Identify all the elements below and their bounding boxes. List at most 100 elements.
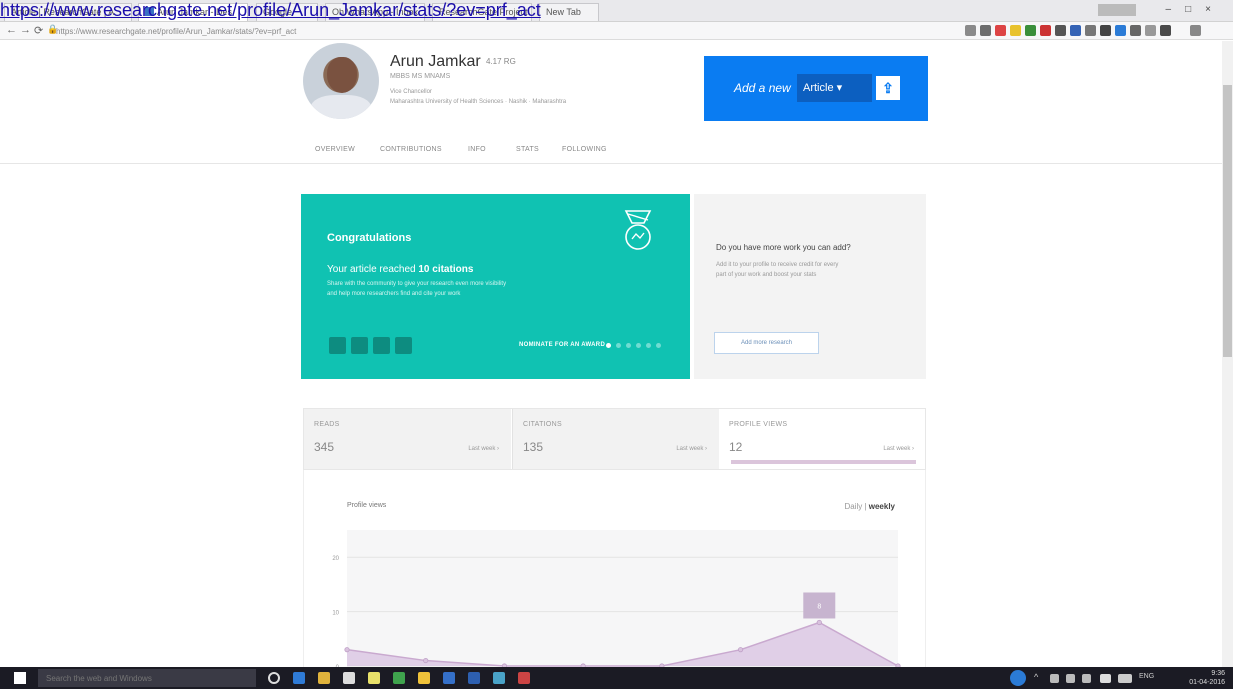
profile-views-chart: 20100Week ending Feb 11Week ending Feb 1… [332,530,901,667]
selected-stat-indicator [731,460,916,464]
message-text: Your article reached [327,264,416,275]
app-icon[interactable] [368,672,380,684]
carousel-dot[interactable] [616,343,621,348]
back-icon[interactable]: ← [6,24,17,36]
extension-icon[interactable] [1160,25,1171,36]
add-new-label: Add a new [734,81,791,95]
select-value: Article [803,82,834,94]
profile-views-chart-card: Profile views Daily | weekly 20100Week e… [303,470,926,667]
stat-reads[interactable]: READS 345 Last week › [304,409,511,469]
stat-profile-views[interactable]: PROFILE VIEWS 12 Last week › [719,409,926,469]
clock-time: 9:36 [1211,670,1225,677]
tab-following[interactable]: FOLLOWING [562,146,607,153]
keyboard-icon[interactable] [1118,674,1132,683]
carousel-dot[interactable] [656,343,661,348]
stat-period-link[interactable]: Last week › [883,446,914,452]
extension-icon[interactable] [1070,25,1081,36]
congratulations-card: Congratulations Your article reached 10 … [301,194,690,379]
file-explorer-icon[interactable] [318,672,330,684]
profile-name[interactable]: Arun Jamkar [390,53,481,71]
medal-icon [624,210,652,250]
reload-icon[interactable]: ⟳ [34,24,43,37]
tray-app-icon[interactable] [1010,670,1026,686]
carousel-dot[interactable] [606,343,611,348]
network-icon[interactable] [1050,674,1059,683]
window-thumbnail [1098,4,1136,16]
carousel-dot[interactable] [646,343,651,348]
stat-label: READS [314,421,340,428]
stats-summary: READS 345 Last week › CITATIONS 135 Last… [303,408,926,470]
upload-icon: ⇪ [882,80,894,96]
menu-icon[interactable] [1190,25,1201,36]
tray-chevron-icon[interactable]: ^ [1034,672,1038,682]
stat-period-link[interactable]: Last week › [468,446,499,452]
chevron-down-icon: ▾ [836,82,843,94]
profile-institution[interactable]: Maharashtra University of Health Science… [390,99,566,105]
taskbar-search-input[interactable] [38,669,256,687]
battery-icon[interactable] [1082,674,1091,683]
stat-citations[interactable]: CITATIONS 135 Last week › [512,409,719,469]
app-icon[interactable] [518,672,530,684]
tab-overview[interactable]: OVERVIEW [315,146,355,153]
stat-label: PROFILE VIEWS [729,421,788,428]
extension-icon[interactable] [1055,25,1066,36]
extension-icon[interactable] [1085,25,1096,36]
congrats-message: Your article reached 10 citations [327,264,473,275]
congrats-subtext: Share with the community to give your re… [327,281,507,287]
extension-icon[interactable] [1115,25,1126,36]
carousel-dot[interactable] [636,343,641,348]
stat-period-link[interactable]: Last week › [676,446,707,452]
extension-icon[interactable] [995,25,1006,36]
forward-icon[interactable]: → [20,24,31,36]
extension-icon[interactable] [1040,25,1051,36]
volume-icon[interactable] [1066,674,1075,683]
data-point [344,647,350,653]
word-icon[interactable] [468,672,480,684]
carousel-dot[interactable] [626,343,631,348]
profile-header: Arun Jamkar 4.17 RG MBBS MS MNAMS Vice C… [0,41,1222,164]
extension-icon[interactable] [980,25,991,36]
extension-icon[interactable] [1100,25,1111,36]
url-link[interactable]: https://www.researchgate.net/profile/Aru… [0,0,541,20]
nominate-award-link[interactable]: NOMINATE FOR AN AWARD [519,342,605,348]
app-icon[interactable] [393,672,405,684]
page-scrollbar[interactable] [1222,41,1233,667]
facebook-share-icon[interactable] [329,337,346,354]
cortana-icon[interactable] [268,672,280,684]
tab-info[interactable]: INFO [468,146,486,153]
twitter-share-icon[interactable] [351,337,368,354]
address-bar: ← → ⟳ 🔒 [0,22,1233,40]
notification-icon[interactable] [1100,674,1111,683]
bookmark-icon[interactable] [965,25,976,36]
app-icon[interactable] [493,672,505,684]
upload-button[interactable]: ⇪ [876,76,900,100]
browser-tab-6[interactable]: New Tab [539,3,599,21]
tray-clock[interactable]: 9:36 01-04-2016 [1189,669,1225,687]
more-work-subtext: Add it to your profile to receive credit… [716,262,839,268]
linkedin-share-icon[interactable] [373,337,390,354]
tab-stats[interactable]: STATS [516,146,539,153]
message-highlight: 10 citations [418,264,474,275]
window-controls[interactable]: –□× [1166,4,1225,15]
stat-value: 345 [314,440,335,454]
windows-start-icon[interactable] [14,672,26,684]
add-more-research-button[interactable]: Add more research [714,332,819,354]
scrollbar-thumb[interactable] [1223,85,1232,357]
edge-icon[interactable] [293,672,305,684]
extension-icon[interactable] [1130,25,1141,36]
email-share-icon[interactable] [395,337,412,354]
app-icon[interactable] [443,672,455,684]
add-new-type-select[interactable]: Article ▾ [797,74,872,102]
url-input[interactable] [56,24,386,38]
extension-icon[interactable] [1145,25,1156,36]
chrome-icon[interactable] [418,672,430,684]
extension-icon[interactable] [1010,25,1021,36]
avatar[interactable] [303,43,379,119]
tab-contributions[interactable]: CONTRIBUTIONS [380,146,442,153]
profile-position: Vice Chancellor [390,89,432,95]
language-indicator[interactable]: ENG [1139,673,1154,680]
windows-taskbar: ^ ENG 9:36 01-04-2016 [0,667,1233,689]
data-point [423,657,429,664]
extension-icon[interactable] [1025,25,1036,36]
store-icon[interactable] [343,672,355,684]
